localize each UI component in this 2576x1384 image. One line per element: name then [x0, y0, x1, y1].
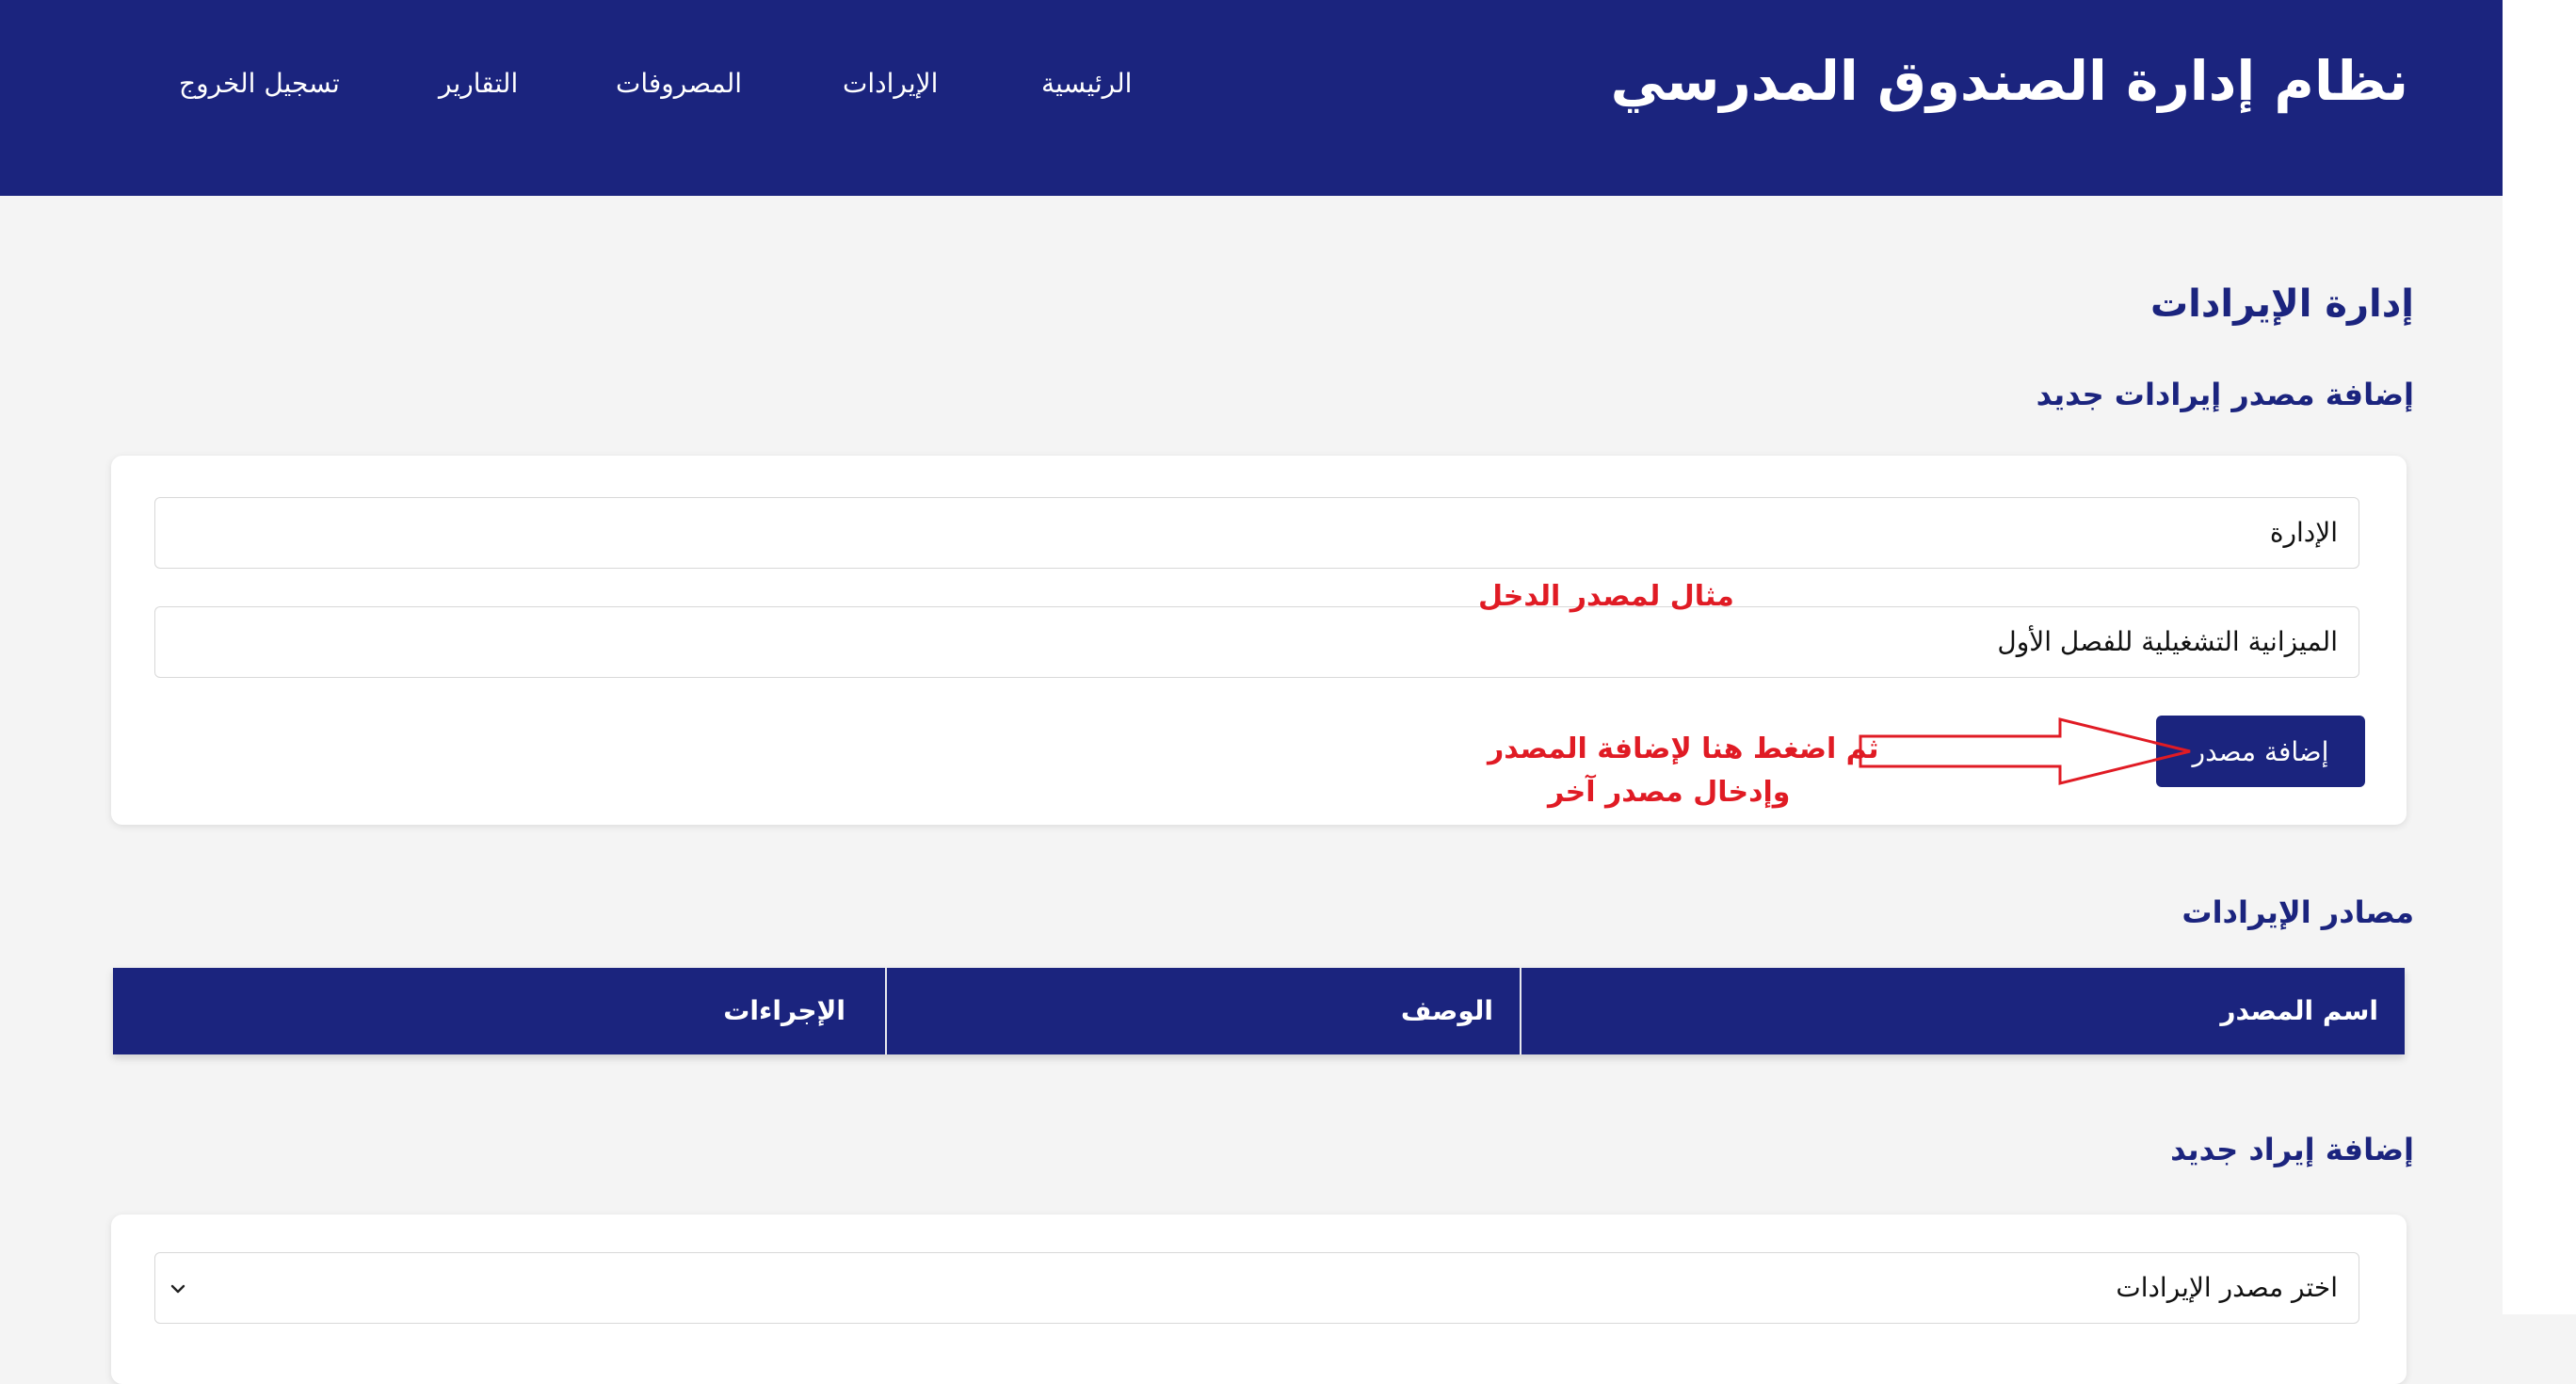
column-header-source-name: اسم المصدر: [2220, 995, 2378, 1026]
nav-expenses[interactable]: المصروفات: [616, 68, 742, 99]
add-source-heading: إضافة مصدر إيرادات جديد: [2036, 377, 2414, 412]
instruction-annotation-line2: وإدخال مصدر آخر: [1548, 776, 1791, 809]
chevron-down-icon: [170, 1284, 185, 1294]
window-margin: [2503, 0, 2576, 1314]
nav-revenues[interactable]: الإيرادات: [843, 68, 938, 99]
add-income-heading: إضافة إيراد جديد: [2170, 1132, 2414, 1167]
add-income-card: اختر مصدر الإيرادات: [111, 1215, 2407, 1384]
sources-heading: مصادر الإيرادات: [2182, 894, 2414, 930]
source-name-input[interactable]: الإدارة: [154, 497, 2359, 569]
nav-home[interactable]: الرئيسية: [1041, 68, 1132, 99]
column-divider: [885, 968, 887, 1054]
column-header-description: الوصف: [1400, 995, 1493, 1026]
add-source-card: الإدارة الميزانية التشغيلية للفصل الأول …: [111, 456, 2407, 825]
source-description-input[interactable]: الميزانية التشغيلية للفصل الأول: [154, 606, 2359, 678]
column-header-actions: الإجراءات: [723, 995, 845, 1026]
app-header: نظام إدارة الصندوق المدرسي الرئيسية الإي…: [0, 0, 2503, 196]
sources-table-header: اسم المصدر الوصف الإجراءات: [113, 968, 2405, 1054]
page-title: إدارة الإيرادات: [2149, 282, 2414, 326]
arrow-right-icon: [1859, 717, 2191, 785]
income-source-select-value: اختر مصدر الإيرادات: [2116, 1272, 2338, 1303]
app-title: نظام إدارة الصندوق المدرسي: [1610, 49, 2408, 113]
example-annotation: مثال لمصدر الدخل: [1478, 580, 1734, 613]
column-divider: [1520, 968, 1521, 1054]
nav-reports[interactable]: التقارير: [439, 68, 518, 99]
nav-logout[interactable]: تسجيل الخروج: [179, 68, 340, 99]
income-source-select[interactable]: اختر مصدر الإيرادات: [154, 1252, 2359, 1324]
instruction-annotation-line1: ثم اضغط هنا لإضافة المصدر: [1488, 732, 1879, 765]
